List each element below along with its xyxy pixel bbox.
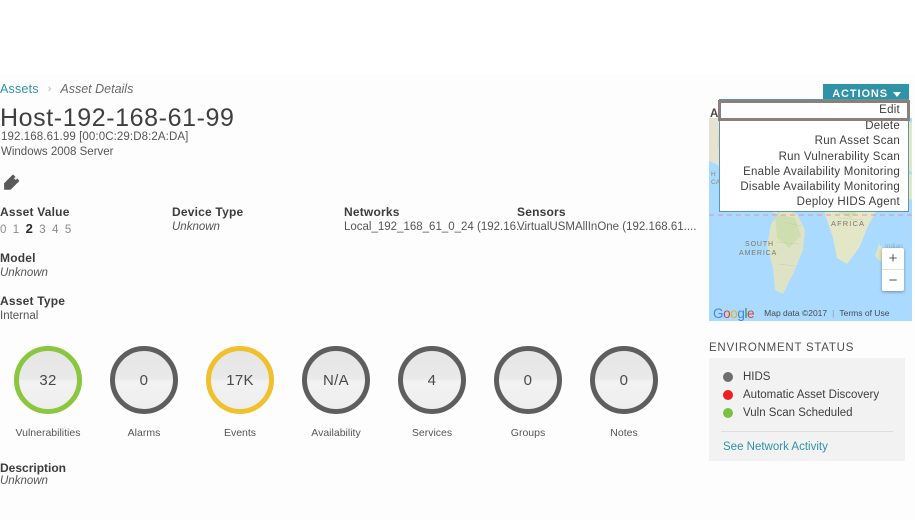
- see-network-activity-link[interactable]: See Network Activity: [709, 432, 905, 453]
- top-whitespace: [0, 0, 915, 75]
- metric-ring: 0: [494, 346, 562, 414]
- metric-label: Alarms: [127, 427, 161, 439]
- env-row-vuln-scan-scheduled: Vuln Scan Scheduled: [709, 404, 905, 422]
- metric-value: 32: [39, 371, 57, 389]
- status-dot-icon: [723, 390, 733, 400]
- asset-details-page: Assets › Asset Details ACTIONS Edit Dele…: [0, 0, 915, 520]
- google-logo: Google: [713, 305, 755, 321]
- metric-label: Events: [223, 427, 257, 439]
- metric-ring: N/A: [302, 346, 370, 414]
- environment-status-title: ENVIRONMENT STATUS: [709, 342, 855, 354]
- map-data-credit: Map data ©2017: [764, 308, 828, 318]
- field-value-model: Unknown: [0, 267, 48, 279]
- rating-5[interactable]: 5: [65, 224, 73, 236]
- svg-text:H: H: [711, 171, 716, 178]
- host-ip-mac: 192.168.61.99 [00:0C:29:D8:2A:DA]: [1, 131, 189, 143]
- rating-2-selected[interactable]: 2: [26, 221, 35, 236]
- env-label: HIDS: [743, 371, 771, 383]
- menu-item-delete[interactable]: Delete: [720, 119, 908, 134]
- tag-icon[interactable]: [3, 174, 20, 196]
- menu-item-run-vulnerability-scan[interactable]: Run Vulnerability Scan: [720, 150, 908, 165]
- chevron-down-icon: [893, 92, 901, 97]
- field-device-type: Device Type Unknown: [172, 205, 243, 233]
- metric-value: 4: [427, 371, 437, 389]
- metric-label: Notes: [610, 427, 638, 439]
- env-row-automatic-asset-discovery: Automatic Asset Discovery: [709, 386, 905, 404]
- map-zoom-controls: + −: [882, 248, 904, 291]
- metric-value: N/A: [323, 371, 349, 389]
- breadcrumb-current: Asset Details: [60, 82, 134, 96]
- breadcrumb-link-assets[interactable]: Assets: [0, 82, 39, 96]
- metric-availability[interactable]: N/A Availability: [300, 346, 372, 439]
- field-value-networks[interactable]: Local_192_168_61_0_24 (192.16...: [344, 221, 526, 233]
- rating-4[interactable]: 4: [52, 224, 60, 236]
- asset-value-rating[interactable]: 0 1 2 3 4 5: [0, 221, 73, 236]
- metric-label: Vulnerabilities: [15, 427, 81, 439]
- map-zoom-out-button[interactable]: −: [882, 270, 904, 291]
- field-label-networks: Networks: [344, 205, 400, 219]
- rating-0[interactable]: 0: [0, 224, 8, 236]
- metric-vulnerabilities[interactable]: 32 Vulnerabilities: [12, 346, 84, 439]
- map-footer-divider: |: [832, 308, 835, 318]
- metric-label: Services: [411, 427, 453, 439]
- menu-item-edit[interactable]: Edit: [718, 99, 910, 122]
- metric-notes[interactable]: 0 Notes: [588, 346, 660, 439]
- env-label: Vuln Scan Scheduled: [743, 407, 853, 419]
- metric-alarms[interactable]: 0 Alarms: [108, 346, 180, 439]
- metric-services[interactable]: 4 Services: [396, 346, 468, 439]
- field-asset-value: Asset Value 0 1 2 3 4 5: [0, 205, 73, 236]
- menu-item-run-asset-scan[interactable]: Run Asset Scan: [720, 134, 908, 149]
- metric-ring: 0: [590, 346, 658, 414]
- field-value-description: Unknown: [0, 475, 48, 487]
- env-row-hids: HIDS: [709, 368, 905, 386]
- host-os: Windows 2008 Server: [1, 146, 114, 158]
- env-label: Automatic Asset Discovery: [743, 389, 880, 401]
- svg-text:AMERICA: AMERICA: [739, 250, 777, 257]
- svg-text:SOUTH: SOUTH: [745, 241, 774, 248]
- field-label-model: Model: [0, 251, 36, 265]
- field-value-sensors[interactable]: VirtualUSMAllInOne (192.168.61....: [517, 221, 696, 233]
- status-dot-icon: [723, 408, 733, 418]
- svg-text:AFRICA: AFRICA: [831, 219, 865, 228]
- field-label-sensors: Sensors: [517, 205, 566, 219]
- page-title: Host-192-168-61-99: [0, 104, 235, 132]
- metric-ring: 0: [110, 346, 178, 414]
- metric-events[interactable]: 17K Events: [204, 346, 276, 439]
- breadcrumb: Assets › Asset Details: [0, 82, 133, 96]
- field-label-description: Description: [0, 461, 67, 475]
- breadcrumb-separator-icon: ›: [47, 83, 52, 95]
- field-label-asset-type: Asset Type: [0, 294, 66, 308]
- field-networks: Networks Local_192_168_61_0_24 (192.16..…: [344, 205, 526, 233]
- status-dot-icon: [723, 372, 733, 382]
- map-zoom-in-button[interactable]: +: [882, 248, 904, 270]
- metric-ring: 4: [398, 346, 466, 414]
- metric-value: 0: [523, 371, 533, 389]
- metric-label: Availability: [311, 427, 361, 439]
- rating-3[interactable]: 3: [39, 224, 47, 236]
- map-attribution: Google Map data ©2017 | Terms of Use: [709, 305, 912, 321]
- field-value-device-type: Unknown: [172, 221, 220, 233]
- metric-ring: 32: [14, 346, 82, 414]
- field-label-device-type: Device Type: [172, 205, 244, 219]
- metric-value: 0: [139, 371, 149, 389]
- map-terms-link[interactable]: Terms of Use: [839, 308, 889, 318]
- metrics-row: 32 Vulnerabilities 0 Alarms 17K Events N…: [12, 346, 660, 439]
- field-label-asset-value: Asset Value: [0, 205, 70, 219]
- field-value-asset-type: Internal: [0, 310, 39, 322]
- field-asset-type: Asset Type Internal: [0, 294, 65, 322]
- metric-value: 17K: [226, 371, 254, 389]
- metric-groups[interactable]: 0 Groups: [492, 346, 564, 439]
- menu-item-deploy-hids-agent[interactable]: Deploy HIDS Agent: [720, 195, 908, 210]
- actions-dropdown-menu: Edit Delete Run Asset Scan Run Vulnerabi…: [718, 99, 910, 213]
- menu-item-enable-availability-monitoring[interactable]: Enable Availability Monitoring: [720, 165, 908, 180]
- field-sensors: Sensors VirtualUSMAllInOne (192.168.61..…: [517, 205, 696, 233]
- metric-ring: 17K: [206, 346, 274, 414]
- rating-1[interactable]: 1: [13, 224, 21, 236]
- metric-value: 0: [619, 371, 629, 389]
- menu-item-disable-availability-monitoring[interactable]: Disable Availability Monitoring: [720, 180, 908, 195]
- metric-label: Groups: [510, 427, 546, 439]
- environment-status-panel: HIDS Automatic Asset Discovery Vuln Scan…: [709, 358, 905, 461]
- field-model: Model Unknown: [0, 251, 48, 279]
